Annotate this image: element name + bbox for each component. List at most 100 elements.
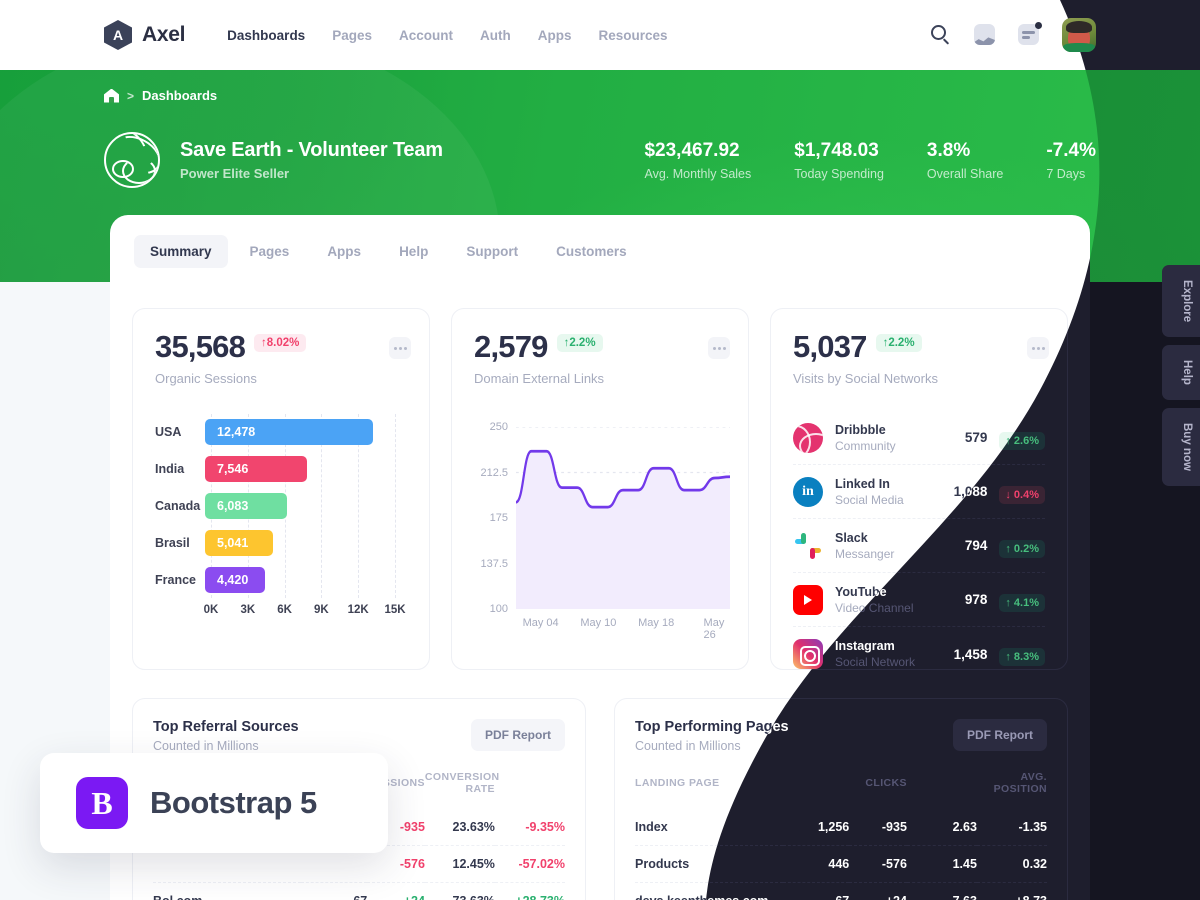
pdf-report-button[interactable]: PDF Report: [953, 719, 1047, 751]
pages-table-subtitle: Counted in Millions: [635, 739, 741, 753]
bootstrap-logo-icon: B: [76, 777, 128, 829]
stat-label: Today Spending: [794, 166, 884, 181]
bar-category-label: Canada: [155, 498, 201, 513]
social-network-row[interactable]: Dribbble Community 579 ↑ 2.6%: [793, 411, 1045, 465]
social-network-text: Instagram Social Network: [835, 639, 915, 669]
col-conversion-delta: [495, 771, 565, 809]
social-network-row[interactable]: Slack Messanger 794 ↑ 0.2%: [793, 519, 1045, 573]
table-row[interactable]: devs.keenthemes.com 67 +24 7.63 +8.73: [635, 882, 1047, 900]
rail-tab-explore[interactable]: Explore: [1162, 265, 1200, 338]
nav-item-pages[interactable]: Pages: [332, 28, 372, 43]
nav-item-apps[interactable]: Apps: [538, 28, 572, 43]
search-handle: [942, 38, 950, 45]
rail-tab-buy-now[interactable]: Buy now: [1162, 408, 1200, 487]
social-network-text: Slack Messanger: [835, 531, 894, 561]
card-social-visits: 5,037 ↑2.2% Visits by Social Networks Dr…: [770, 308, 1068, 670]
card-menu-button[interactable]: [1027, 337, 1049, 359]
rail-tab-help[interactable]: Help: [1162, 345, 1200, 401]
breadcrumb-separator: >: [127, 88, 135, 103]
organic-sessions-subtitle: Organic Sessions: [155, 371, 257, 386]
bar[interactable]: 4,420: [205, 566, 265, 593]
search-icon[interactable]: [930, 24, 952, 46]
referral-table-title: Top Referral Sources: [153, 719, 299, 735]
social-visits-badge: ↑2.2%: [875, 334, 922, 352]
bar[interactable]: 6,083: [205, 492, 287, 519]
social-network-text: Dribbble Community: [835, 423, 896, 453]
social-network-category: Social Media: [835, 492, 904, 507]
avatar[interactable]: [1062, 18, 1096, 52]
y-axis-tick: 100: [489, 603, 508, 615]
table-row[interactable]: Products 446 -576 1.45 0.32: [635, 845, 1047, 883]
cell-clicks: 1,256: [817, 820, 850, 834]
social-network-value: 1,458: [953, 646, 988, 662]
y-axis-tick: 212.5: [480, 466, 508, 479]
cell-landing-page: Products: [635, 845, 784, 883]
cell-avg-position: 1.45: [906, 845, 977, 883]
breadcrumb-current[interactable]: Dashboards: [142, 88, 217, 103]
social-network-row[interactable]: YouTube Video Channel 978 ↑ 4.1%: [793, 573, 1045, 627]
nav-item-resources[interactable]: Resources: [598, 28, 667, 43]
social-network-category: Video Channel: [835, 600, 914, 615]
bar[interactable]: 5,041: [205, 529, 273, 556]
table-top-performing-pages: Top Performing Pages Counted in Millions…: [614, 698, 1068, 900]
bar-track: 4,420: [205, 566, 407, 593]
social-network-delta: ↑ 8.3%: [999, 648, 1045, 666]
stat-value: $1,748.03: [794, 139, 879, 161]
badge-value: 8.02%: [266, 337, 300, 349]
stat-label: 7 Days: [1046, 166, 1086, 181]
card-organic-sessions: 35,568 ↑8.02% Organic Sessions USA 12,478…: [132, 308, 430, 670]
nav-item-account[interactable]: Account: [399, 28, 453, 43]
social-network-name: Dribbble: [835, 422, 886, 437]
top-header: A Axel Dashboards Pages Account Auth App…: [0, 0, 1200, 70]
cell-clicks-delta: -576: [849, 845, 907, 883]
table-row[interactable]: Bol.com 67 +24 73.63% +28.73%: [153, 882, 565, 900]
social-network-row[interactable]: Instagram Social Network 1,458 ↑ 8.3%: [793, 627, 1045, 681]
tab-customers[interactable]: Customers: [540, 235, 643, 268]
bootstrap-promo-card[interactable]: B Bootstrap 5: [40, 753, 388, 853]
activity-chart-glyph: [974, 24, 995, 45]
social-network-row[interactable]: in Linked In Social Media 1,088 ↓ 0.4%: [793, 465, 1045, 519]
bootstrap-promo-label: Bootstrap 5: [150, 785, 317, 820]
cell-source: Bol.com: [153, 882, 302, 900]
tab-pages[interactable]: Pages: [234, 235, 306, 268]
tab-apps[interactable]: Apps: [311, 235, 377, 268]
notifications-icon[interactable]: [1018, 22, 1042, 46]
stat-value: -7.4%: [1046, 139, 1096, 161]
col-clicks: CLICKS: [865, 777, 907, 789]
pdf-report-button[interactable]: PDF Report: [471, 719, 565, 751]
tab-help[interactable]: Help: [383, 235, 444, 268]
tab-support[interactable]: Support: [450, 235, 534, 268]
table-titles: Top Performing Pages Counted in Millions: [635, 719, 789, 753]
social-network-text: YouTube Video Channel: [835, 585, 914, 615]
card-menu-button[interactable]: [708, 337, 730, 359]
home-icon[interactable]: [104, 88, 119, 103]
stat-overall-share: 3.8% Overall Share: [927, 140, 1003, 181]
table-header: Top Performing Pages Counted in Millions…: [635, 719, 1047, 753]
bar[interactable]: 7,546: [205, 456, 307, 483]
nav-item-dashboards[interactable]: Dashboards: [227, 28, 305, 43]
table-row[interactable]: Index 1,256 -935 2.63 -1.35: [635, 809, 1047, 846]
referral-table-subtitle: Counted in Millions: [153, 739, 259, 753]
youtube-icon: [793, 584, 823, 615]
stat-7-days: -7.4% 7 Days: [1046, 140, 1096, 181]
cell-conversion-rate: 12.45%: [424, 845, 495, 883]
col-avg-position: AVG. POSITION: [993, 771, 1047, 795]
card-menu-button[interactable]: [389, 337, 411, 359]
nav-item-auth[interactable]: Auth: [480, 28, 511, 43]
bar-track: 12,478: [205, 419, 407, 446]
area-chart-svg: [514, 426, 732, 610]
y-axis-tick: 250: [489, 421, 508, 433]
bar[interactable]: 12,478: [205, 419, 374, 446]
dribbble-icon: [793, 422, 823, 453]
social-networks-list: Dribbble Community 579 ↑ 2.6% in Linked I…: [793, 411, 1045, 681]
main-nav: Dashboards Pages Account Auth Apps Resou…: [227, 28, 667, 43]
cell-conversion-rate: 73.63%: [424, 882, 495, 900]
activity-chart-icon[interactable]: [974, 24, 996, 46]
kpi-cards-row: 35,568 ↑8.02% Organic Sessions USA 12,478…: [132, 308, 1068, 670]
globe-icon: [104, 132, 160, 188]
stat-label: Overall Share: [926, 166, 1004, 181]
brand-logo[interactable]: A Axel: [104, 20, 185, 50]
tab-summary[interactable]: Summary: [134, 235, 228, 268]
social-network-value: 978: [964, 592, 988, 607]
stat-value: 3.8%: [926, 139, 971, 161]
